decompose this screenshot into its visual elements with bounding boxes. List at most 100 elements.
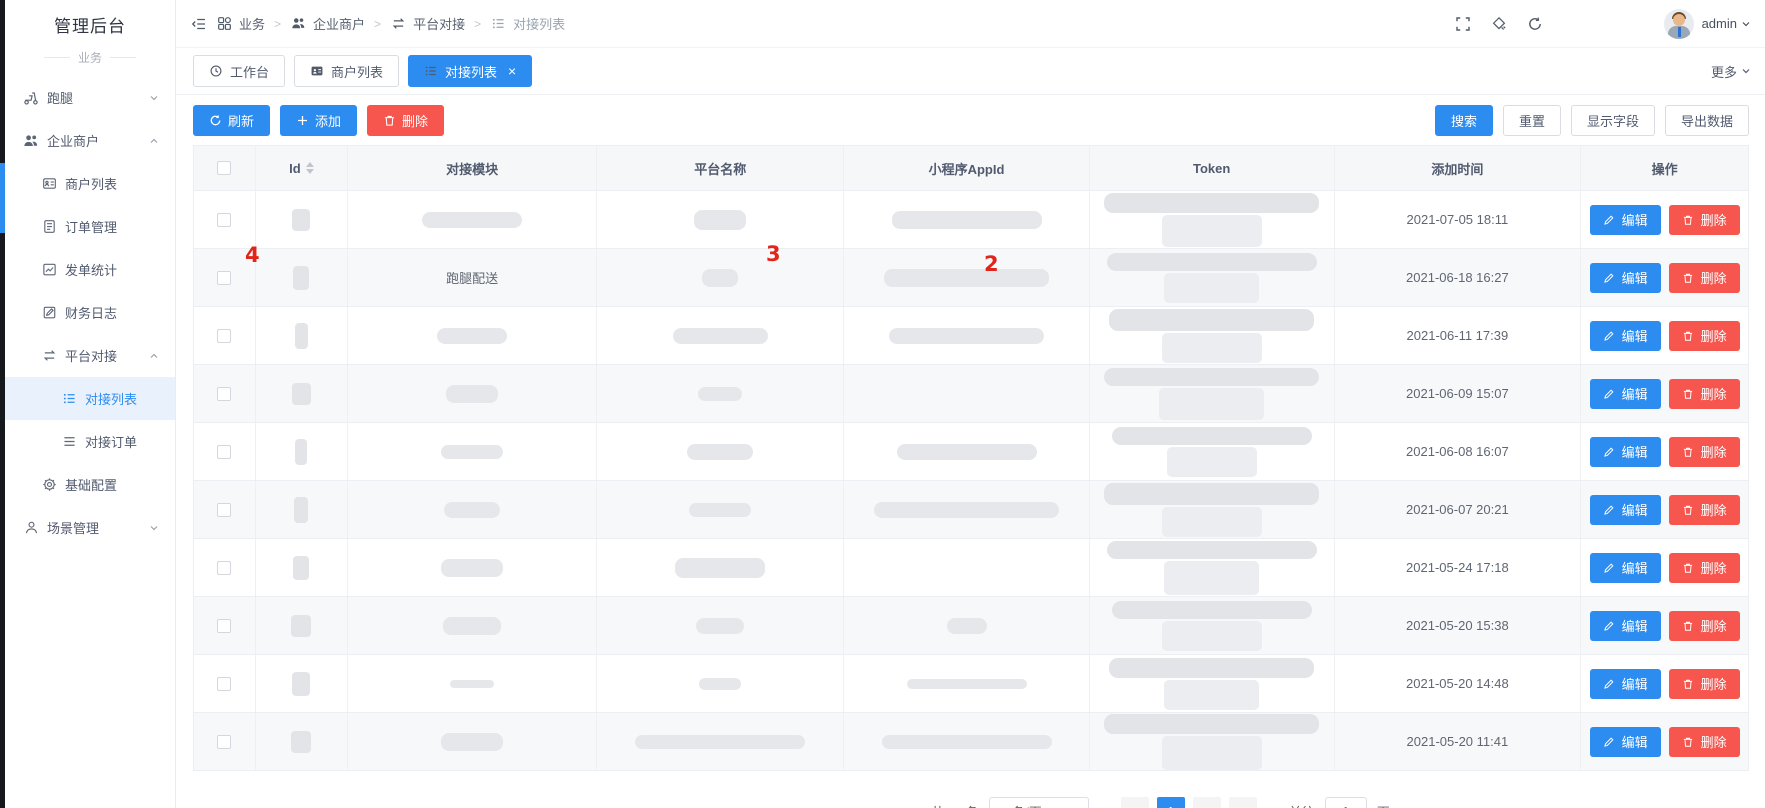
delete-button[interactable]: 删除 — [1669, 727, 1740, 757]
delete-button[interactable]: 删除 — [1669, 321, 1740, 351]
edit-button[interactable]: 编辑 — [1590, 727, 1661, 757]
more-pages-button[interactable] — [1229, 797, 1257, 808]
row-checkbox[interactable] — [217, 271, 231, 285]
refresh-icon[interactable] — [1527, 15, 1544, 32]
trash-icon — [1682, 213, 1695, 226]
more-tabs-dropdown[interactable]: 更多 — [1711, 62, 1755, 81]
grid-icon — [216, 15, 233, 32]
breadcrumb-item-platform-integration[interactable]: 平台对接 — [390, 14, 465, 33]
edit-button[interactable]: 编辑 — [1590, 669, 1661, 699]
breadcrumb-item-business[interactable]: 业务 — [216, 14, 265, 33]
edit-button[interactable]: 编辑 — [1590, 437, 1661, 467]
user-menu[interactable]: admin — [1702, 16, 1751, 31]
admin-app-window: 管理后台 业务 跑腿 企业商户 — [0, 0, 1765, 808]
chevron-up-icon — [149, 351, 159, 361]
sidebar-item-dispatch-stats[interactable]: 发单统计 — [5, 248, 175, 291]
sidebar-item-integration-orders[interactable]: 对接订单 — [5, 420, 175, 463]
goto-page-input[interactable] — [1325, 797, 1367, 808]
next-page-button[interactable]: › — [1193, 797, 1221, 808]
row-checkbox[interactable] — [217, 387, 231, 401]
page-size-select[interactable]: 10条/页 — [989, 797, 1089, 808]
redacted-token — [1112, 427, 1312, 477]
row-checkbox[interactable] — [217, 677, 231, 691]
fullscreen-icon[interactable] — [1455, 15, 1472, 32]
row-checkbox[interactable] — [217, 503, 231, 517]
row-checkbox[interactable] — [217, 735, 231, 749]
chart-icon — [41, 262, 57, 278]
sidebar-item-enterprise-merchants[interactable]: 企业商户 — [5, 119, 175, 162]
list-icon — [424, 64, 438, 78]
delete-button[interactable]: 删除 — [1669, 669, 1740, 699]
reset-button[interactable]: 重置 — [1503, 105, 1561, 136]
edit-button[interactable]: 编辑 — [1590, 263, 1661, 293]
delete-button[interactable]: 删除 — [367, 105, 444, 136]
show-fields-button[interactable]: 显示字段 — [1571, 105, 1655, 136]
user-avatar[interactable] — [1664, 9, 1694, 39]
edit-document-icon — [41, 305, 57, 321]
table-row: 2021-05-20 11:41 编辑 删除 — [194, 713, 1748, 771]
annotation-number-2: 2 — [984, 252, 999, 276]
prev-page-button[interactable]: ‹ — [1121, 797, 1149, 808]
edit-button[interactable]: 编辑 — [1590, 553, 1661, 583]
redacted-module — [441, 559, 503, 577]
table-row: 2021-05-20 15:38 编辑 删除 — [194, 597, 1748, 655]
sort-icon[interactable] — [306, 162, 314, 174]
sidebar-item-finance-log[interactable]: 财务日志 — [5, 291, 175, 334]
row-checkbox[interactable] — [217, 561, 231, 575]
sidebar-menu: 跑腿 企业商户 商户列表 — [5, 76, 175, 549]
edit-button[interactable]: 编辑 — [1590, 495, 1661, 525]
edit-button[interactable]: 编辑 — [1590, 611, 1661, 641]
delete-button[interactable]: 删除 — [1669, 437, 1740, 467]
edit-button[interactable]: 编辑 — [1590, 379, 1661, 409]
sidebar-item-scene-management[interactable]: 场景管理 — [5, 506, 175, 549]
module-cell-text: 跑腿配送 — [446, 268, 498, 287]
delete-button[interactable]: 删除 — [1669, 553, 1740, 583]
breadcrumb-separator: > — [474, 17, 481, 31]
delete-button[interactable]: 删除 — [1669, 495, 1740, 525]
trash-icon — [1682, 271, 1695, 284]
sidebar-item-platform-integration[interactable]: 平台对接 — [5, 334, 175, 377]
add-button[interactable]: 添加 — [280, 105, 357, 136]
redacted-token — [1104, 368, 1319, 420]
chevron-down-icon — [149, 93, 159, 103]
page-1-button[interactable]: 1 — [1157, 797, 1185, 808]
table-row: 2021-05-24 17:18 编辑 删除 — [194, 539, 1748, 597]
tab-workbench[interactable]: 工作台 — [193, 55, 285, 87]
tab-merchant-list[interactable]: 商户列表 — [294, 55, 399, 87]
export-data-button[interactable]: 导出数据 — [1665, 105, 1749, 136]
column-header-id[interactable]: Id — [289, 161, 301, 176]
row-checkbox[interactable] — [217, 329, 231, 343]
sidebar-item-merchant-list[interactable]: 商户列表 — [5, 162, 175, 205]
edit-button[interactable]: 编辑 — [1590, 321, 1661, 351]
redacted-platform-name — [687, 444, 753, 460]
close-tab-icon[interactable]: × — [508, 64, 516, 78]
search-button[interactable]: 搜索 — [1435, 105, 1493, 136]
edit-button[interactable]: 编辑 — [1590, 205, 1661, 235]
breadcrumb-item-merchants[interactable]: 企业商户 — [290, 14, 365, 33]
collapse-sidebar-icon[interactable] — [190, 15, 207, 32]
row-checkbox[interactable] — [217, 445, 231, 459]
delete-button[interactable]: 删除 — [1669, 379, 1740, 409]
add-time-cell: 2021-06-18 16:27 — [1406, 270, 1509, 285]
sidebar-item-basic-config[interactable]: 基础配置 — [5, 463, 175, 506]
sidebar-item-paotui[interactable]: 跑腿 — [5, 76, 175, 119]
row-checkbox[interactable] — [217, 213, 231, 227]
redacted-id — [294, 497, 308, 523]
sidebar-item-integration-list[interactable]: 对接列表 — [5, 377, 175, 420]
column-header-platform: 平台名称 — [597, 146, 844, 190]
list-lines-icon — [61, 434, 77, 450]
redacted-module — [437, 328, 507, 344]
tab-integration-list[interactable]: 对接列表 × — [408, 55, 532, 87]
select-all-checkbox[interactable] — [217, 161, 231, 175]
refresh-button[interactable]: 刷新 — [193, 105, 270, 136]
delete-button[interactable]: 删除 — [1669, 263, 1740, 293]
delete-button[interactable]: 删除 — [1669, 611, 1740, 641]
row-checkbox[interactable] — [217, 619, 231, 633]
table-body: 2021-07-05 18:11 编辑 删除 跑腿配送 — [194, 191, 1748, 771]
clear-cache-icon[interactable] — [1491, 15, 1508, 32]
pencil-icon — [1603, 387, 1616, 400]
sidebar-item-order-management[interactable]: 订单管理 — [5, 205, 175, 248]
delete-button[interactable]: 删除 — [1669, 205, 1740, 235]
pencil-icon — [1603, 213, 1616, 226]
redacted-token — [1112, 601, 1312, 651]
